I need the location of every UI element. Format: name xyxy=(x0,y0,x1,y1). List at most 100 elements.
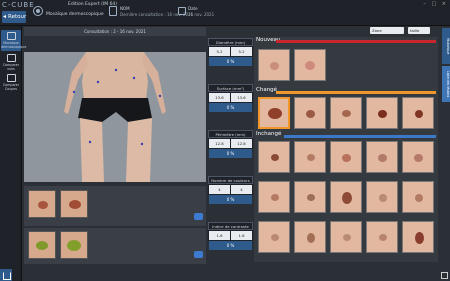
lesion-spot xyxy=(378,110,387,118)
lesion-thumbnail-unchanged-4[interactable] xyxy=(366,141,398,173)
lesion-spot xyxy=(305,61,315,70)
metric-value-2: 4 xyxy=(231,185,252,194)
lesion-spot xyxy=(342,154,351,162)
metric-surface: Surface (mm²) 13.6 13.6 0 % xyxy=(208,84,253,113)
lesion-thumbnail-unchanged-6[interactable] xyxy=(258,181,290,213)
camera-icon[interactable] xyxy=(194,251,203,258)
mosaic-grid-icon xyxy=(6,32,16,40)
compare-views-icon xyxy=(6,54,16,62)
lesion-thumbnail-unchanged-1[interactable] xyxy=(258,141,290,173)
section-unchanged-bar xyxy=(284,135,436,138)
tab-history[interactable]: Historique xyxy=(442,28,450,64)
lesion-thumbnail-unchanged-3[interactable] xyxy=(330,141,362,173)
mosaic-icon xyxy=(33,6,43,16)
patient-name: NOM xyxy=(120,6,130,11)
lesion-spot xyxy=(271,234,279,241)
lesion-thumbnail-new-1[interactable] xyxy=(258,49,290,81)
print-icon[interactable] xyxy=(441,272,448,279)
metric-values: 12.8 12.8 xyxy=(208,138,253,149)
lesion-spot xyxy=(415,194,423,202)
lesion-gallery: Nouveau Changé Inchangé xyxy=(254,37,438,262)
lesion-thumbnail-unchanged-13[interactable] xyxy=(330,221,362,253)
lesion-spot xyxy=(271,154,279,161)
date-value: 16 nov. 2021 xyxy=(188,12,215,17)
metric-contrast-index: Indice de contraste 1.6 1.6 0 % xyxy=(208,222,253,251)
lesion-spot xyxy=(271,194,279,201)
sidebar-item-mosaic[interactable]: Mosaïque dermoscopique xyxy=(1,30,26,51)
lesion-thumbnail-changed-5[interactable] xyxy=(402,97,434,129)
consultation-bar: Consultation : 2 - 16 nov. 2021 xyxy=(24,27,206,36)
back-label: Retour xyxy=(8,14,27,20)
metric-delta: 0 % xyxy=(209,195,252,204)
lesion-overlay xyxy=(67,240,81,251)
view-select[interactable]: taille xyxy=(408,27,430,34)
lesion-spot xyxy=(307,194,315,201)
lesion-thumbnail-unchanged-5[interactable] xyxy=(402,141,434,173)
section-new-bar xyxy=(276,40,436,43)
sidebar-item-compare-views[interactable]: Comparer vues xyxy=(1,54,21,71)
body-photo[interactable] xyxy=(24,52,206,182)
lesion-thumbnail-unchanged-7[interactable] xyxy=(294,181,326,213)
calendar-icon xyxy=(178,7,186,15)
thumbnail-previous-2[interactable] xyxy=(60,190,88,218)
metric-delta: 0 % xyxy=(209,57,252,66)
left-sidebar: Mosaïque dermoscopique Comparer vues Com… xyxy=(0,26,26,281)
metric-title: Diamètre (mm) xyxy=(208,38,253,46)
compare-cuts-icon xyxy=(6,74,16,82)
current-image-panel xyxy=(24,228,206,264)
zone-select[interactable]: Zone xyxy=(370,27,404,34)
thumbnail-current-1[interactable] xyxy=(28,231,56,259)
lesion-spot xyxy=(268,108,282,119)
lesion-thumbnail-changed-2[interactable] xyxy=(294,97,326,129)
metric-value-2: 13.6 xyxy=(231,93,252,102)
metric-value-1: 4 xyxy=(209,185,230,194)
metric-title: Périmètre (mm) xyxy=(208,130,253,138)
lesion-thumbnail-unchanged-14[interactable] xyxy=(366,221,398,253)
lesion-spot xyxy=(378,154,387,162)
thumbnail-current-2[interactable] xyxy=(60,231,88,259)
thumbnail-previous-1[interactable] xyxy=(28,190,56,218)
back-button[interactable]: ◂ Retour xyxy=(2,11,26,23)
tab-lesion-list[interactable]: Liste des lésions xyxy=(442,66,450,102)
top-bar: C-CUBE ◂ Retour Edition Expert (IM 64) M… xyxy=(0,0,450,26)
lesion-spot xyxy=(343,234,351,241)
sidebar-item-label: Mosaïque dermoscopique xyxy=(1,41,27,49)
metric-perimeter: Périmètre (mm) 12.8 12.8 0 % xyxy=(208,130,253,159)
metric-title: Nombre de couleurs xyxy=(208,176,253,184)
lesion-thumbnail-unchanged-9[interactable] xyxy=(366,181,398,213)
camera-icon[interactable] xyxy=(194,213,203,220)
lesion-spot xyxy=(307,233,315,243)
body-photo-svg xyxy=(24,52,206,182)
sidebar-item-label: Comparer Coupes xyxy=(2,83,20,91)
home-icon[interactable] xyxy=(0,269,12,281)
sidebar-item-compare-cuts[interactable]: Comparer Coupes xyxy=(1,74,21,91)
lesion-thumbnail-changed-3[interactable] xyxy=(330,97,362,129)
lesion-spot xyxy=(415,232,424,244)
lesion-spot xyxy=(307,154,315,161)
lesion-overlay xyxy=(36,241,48,250)
lesion-thumbnail-unchanged-2[interactable] xyxy=(294,141,326,173)
metric-delta: 0 % xyxy=(209,103,252,112)
lesion-spot xyxy=(38,201,48,209)
metric-values: 1.6 1.6 xyxy=(208,230,253,241)
lesion-thumbnail-changed-4[interactable] xyxy=(366,97,398,129)
avatar-icon xyxy=(109,6,117,16)
lesion-thumbnail-unchanged-11[interactable] xyxy=(258,221,290,253)
metric-value-1: 12.8 xyxy=(209,139,230,148)
lesion-thumbnail-unchanged-10[interactable] xyxy=(402,181,434,213)
lesion-spot xyxy=(379,234,387,241)
lesion-thumbnail-unchanged-12[interactable] xyxy=(294,221,326,253)
lesion-thumbnail-unchanged-8[interactable] xyxy=(330,181,362,213)
lesion-thumbnail-unchanged-15[interactable] xyxy=(402,221,434,253)
lesion-thumbnail-changed-1[interactable] xyxy=(258,97,290,129)
metric-title: Surface (mm²) xyxy=(208,84,253,92)
metric-value-2: 12.8 xyxy=(231,139,252,148)
previous-image-panel xyxy=(24,186,206,226)
lesion-thumbnail-new-2[interactable] xyxy=(294,49,326,81)
metric-value-2: 1.6 xyxy=(231,231,252,240)
window-controls[interactable]: – □ × xyxy=(423,1,448,7)
metric-title: Indice de contraste xyxy=(208,222,253,230)
metric-value-1: 5.2 xyxy=(209,47,230,56)
lesion-spot xyxy=(306,110,315,118)
metric-value-2: 5.2 xyxy=(231,47,252,56)
